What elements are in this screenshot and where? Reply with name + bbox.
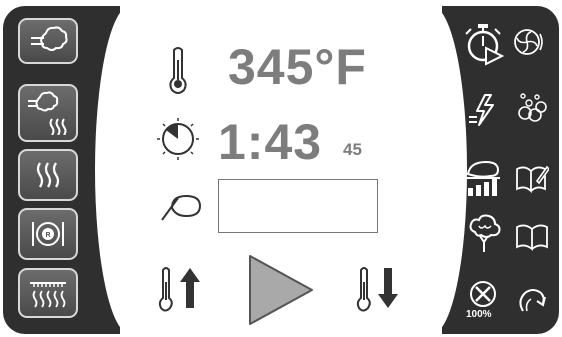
thermometer-down-icon — [356, 267, 398, 312]
thermometer-icon — [163, 46, 193, 96]
grill-heat-icon — [30, 282, 66, 308]
temperature-up-button[interactable] — [158, 262, 204, 314]
steam-heat-icon — [28, 91, 67, 135]
back-button[interactable] — [514, 282, 550, 318]
convection-mode-button[interactable] — [18, 149, 78, 201]
recipe-book-button[interactable] — [514, 218, 550, 254]
book-icon — [516, 224, 548, 251]
power-steam-button[interactable] — [466, 92, 502, 128]
fan-speed-label: 100% — [466, 309, 492, 320]
display-left-curve — [95, 6, 165, 334]
probe-temperature-field[interactable] — [218, 179, 378, 233]
chicken-cook-button[interactable] — [462, 158, 504, 198]
chicken-graph-icon — [464, 160, 500, 196]
heat-waves-icon — [36, 162, 60, 188]
timer-clock-icon — [155, 116, 201, 162]
fan-speed-icon — [470, 281, 496, 307]
start-button[interactable] — [244, 252, 318, 328]
fan-icon — [514, 29, 543, 55]
combi-mode-button[interactable] — [18, 84, 78, 142]
cook-time-display[interactable]: 1:43 — [218, 113, 322, 171]
retherm-mode-button[interactable]: R — [18, 208, 78, 260]
cloud-cooling-icon — [469, 214, 501, 252]
temperature-display[interactable]: 345°F — [228, 38, 367, 96]
grill-mode-button[interactable] — [18, 268, 78, 318]
play-icon — [249, 255, 313, 325]
bubbles-icon — [518, 93, 547, 122]
cook-time-seconds: 45 — [343, 140, 362, 159]
humidity-button[interactable] — [514, 90, 550, 126]
steam-mode-button[interactable] — [18, 18, 78, 64]
cool-down-button[interactable] — [466, 214, 502, 254]
lightning-steam-icon — [469, 94, 494, 126]
svg-text:R: R — [45, 232, 50, 239]
plate-retherm-icon: R — [32, 222, 64, 246]
recipe-edit-button[interactable] — [514, 160, 550, 196]
stopwatch-play-icon — [465, 24, 505, 66]
timer-start-button[interactable] — [462, 22, 506, 66]
steam-cloud-icon — [31, 26, 68, 51]
temperature-down-button[interactable] — [356, 262, 402, 314]
return-arrow-icon — [519, 289, 546, 312]
core-probe-icon — [158, 190, 206, 222]
book-pencil-icon — [516, 165, 549, 194]
fan-speed-button[interactable] — [466, 280, 500, 310]
display-right-curve — [397, 6, 467, 334]
thermometer-up-icon — [158, 267, 200, 312]
turbine-fan-button[interactable] — [512, 24, 548, 60]
